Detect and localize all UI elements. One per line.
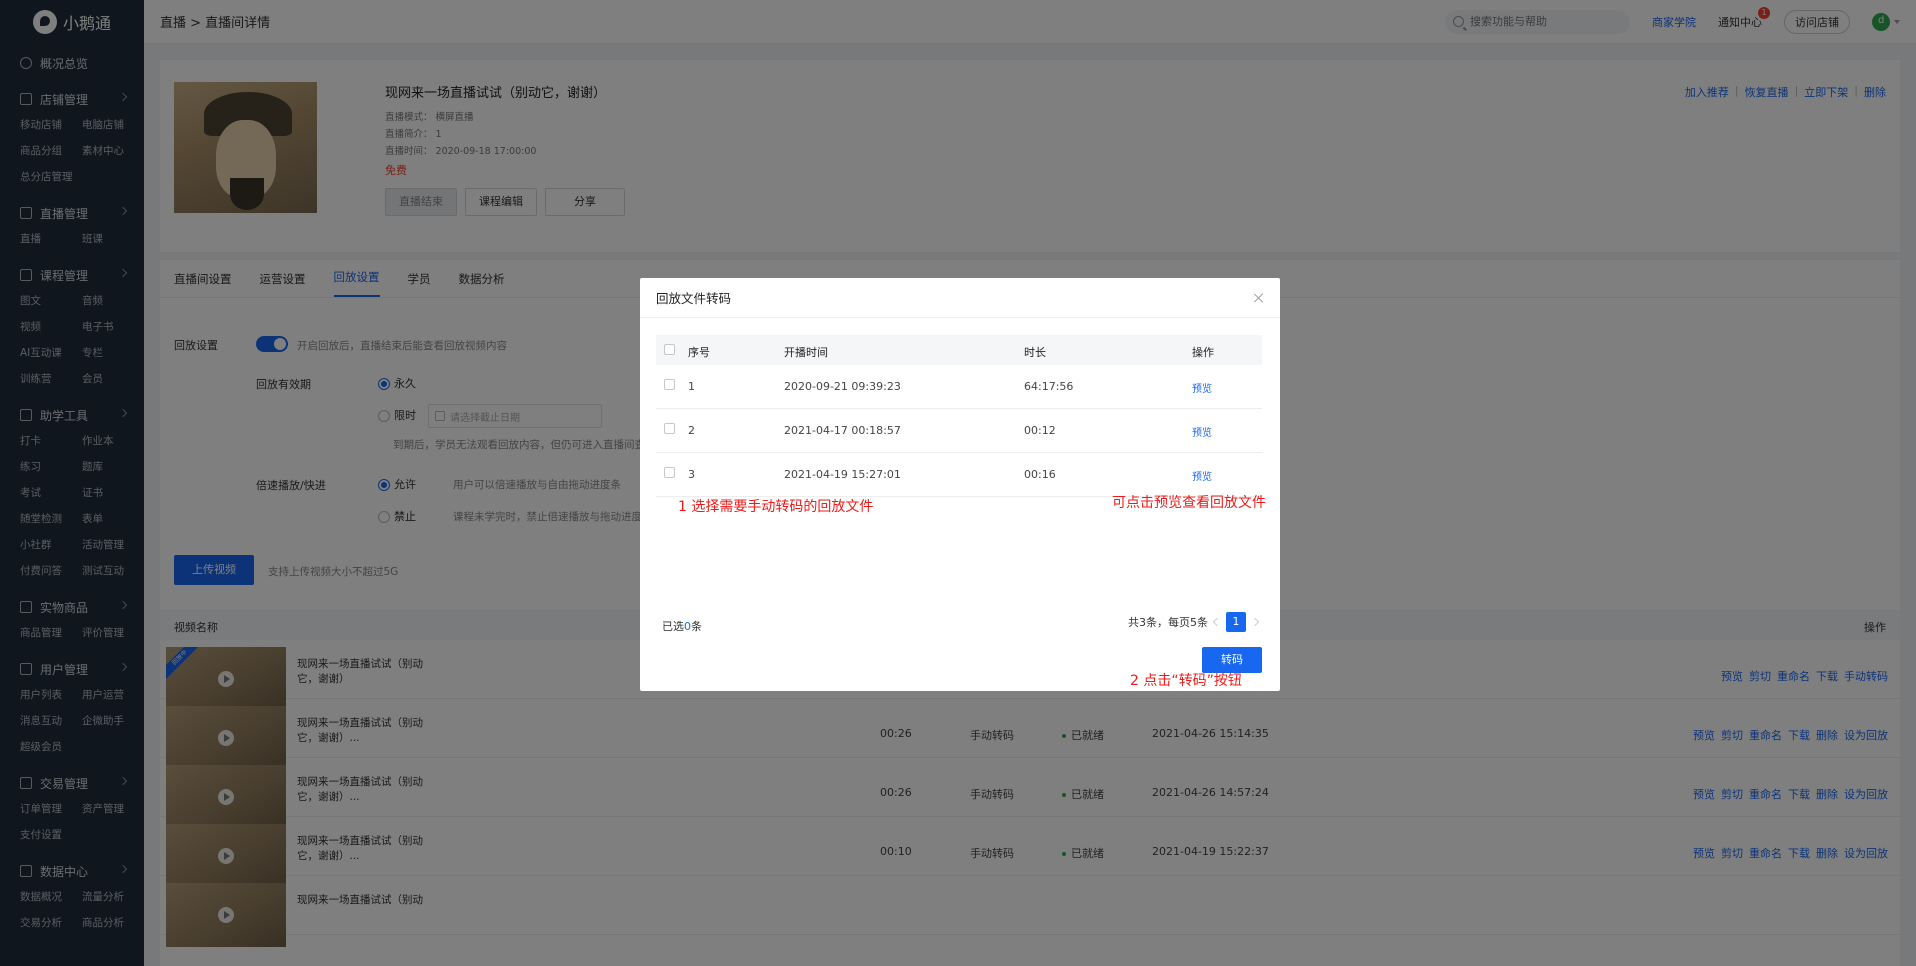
row-checkbox[interactable] [664, 467, 675, 478]
transcode-modal: 回放文件转码 序号 开播时间 时长 操作 1 2020-09-21 09:39:2… [640, 278, 1280, 691]
table-header: 序号 开播时间 时长 操作 [656, 335, 1262, 365]
row-duration: 00:16 [1024, 468, 1056, 481]
annotation-preview-tip: 可点击预览查看回放文件 [1112, 495, 1266, 511]
table-row: 2 2021-04-17 00:18:57 00:12 预览 [656, 409, 1262, 453]
selected-count: 已选0条 [662, 620, 702, 633]
table-row: 1 2020-09-21 09:39:23 64:17:56 预览 [656, 365, 1262, 409]
chevron-left-icon[interactable] [1212, 617, 1222, 627]
annotation-step1: 1 选择需要手动转码的回放文件 [678, 499, 874, 515]
row-index: 2 [688, 424, 695, 437]
playback-files-table: 序号 开播时间 时长 操作 1 2020-09-21 09:39:23 64:17:… [656, 335, 1262, 497]
row-duration: 00:12 [1024, 424, 1056, 437]
close-icon[interactable] [1254, 293, 1264, 303]
select-all-checkbox[interactable] [664, 344, 675, 355]
preview-link[interactable]: 预览 [1192, 424, 1212, 439]
preview-link[interactable]: 预览 [1192, 380, 1212, 395]
row-start-time: 2021-04-17 00:18:57 [784, 424, 901, 437]
pagination-summary: 共3条，每页5条 [1128, 616, 1208, 629]
row-checkbox[interactable] [664, 379, 675, 390]
page-button-1[interactable]: 1 [1226, 612, 1246, 632]
row-start-time: 2020-09-21 09:39:23 [784, 380, 901, 393]
preview-link[interactable]: 预览 [1192, 468, 1212, 483]
table-row: 3 2021-04-19 15:27:01 00:16 预览 [656, 453, 1262, 497]
chevron-right-icon[interactable] [1250, 617, 1260, 627]
annotation-step2: 2 点击“转码”按钮 [1130, 673, 1242, 689]
row-index: 1 [688, 380, 695, 393]
row-index: 3 [688, 468, 695, 481]
modal-title: 回放文件转码 [656, 291, 732, 306]
row-start-time: 2021-04-19 15:27:01 [784, 468, 901, 481]
row-duration: 64:17:56 [1024, 380, 1074, 393]
pagination: 共3条，每页5条 1 [1128, 612, 1260, 632]
row-checkbox[interactable] [664, 423, 675, 434]
